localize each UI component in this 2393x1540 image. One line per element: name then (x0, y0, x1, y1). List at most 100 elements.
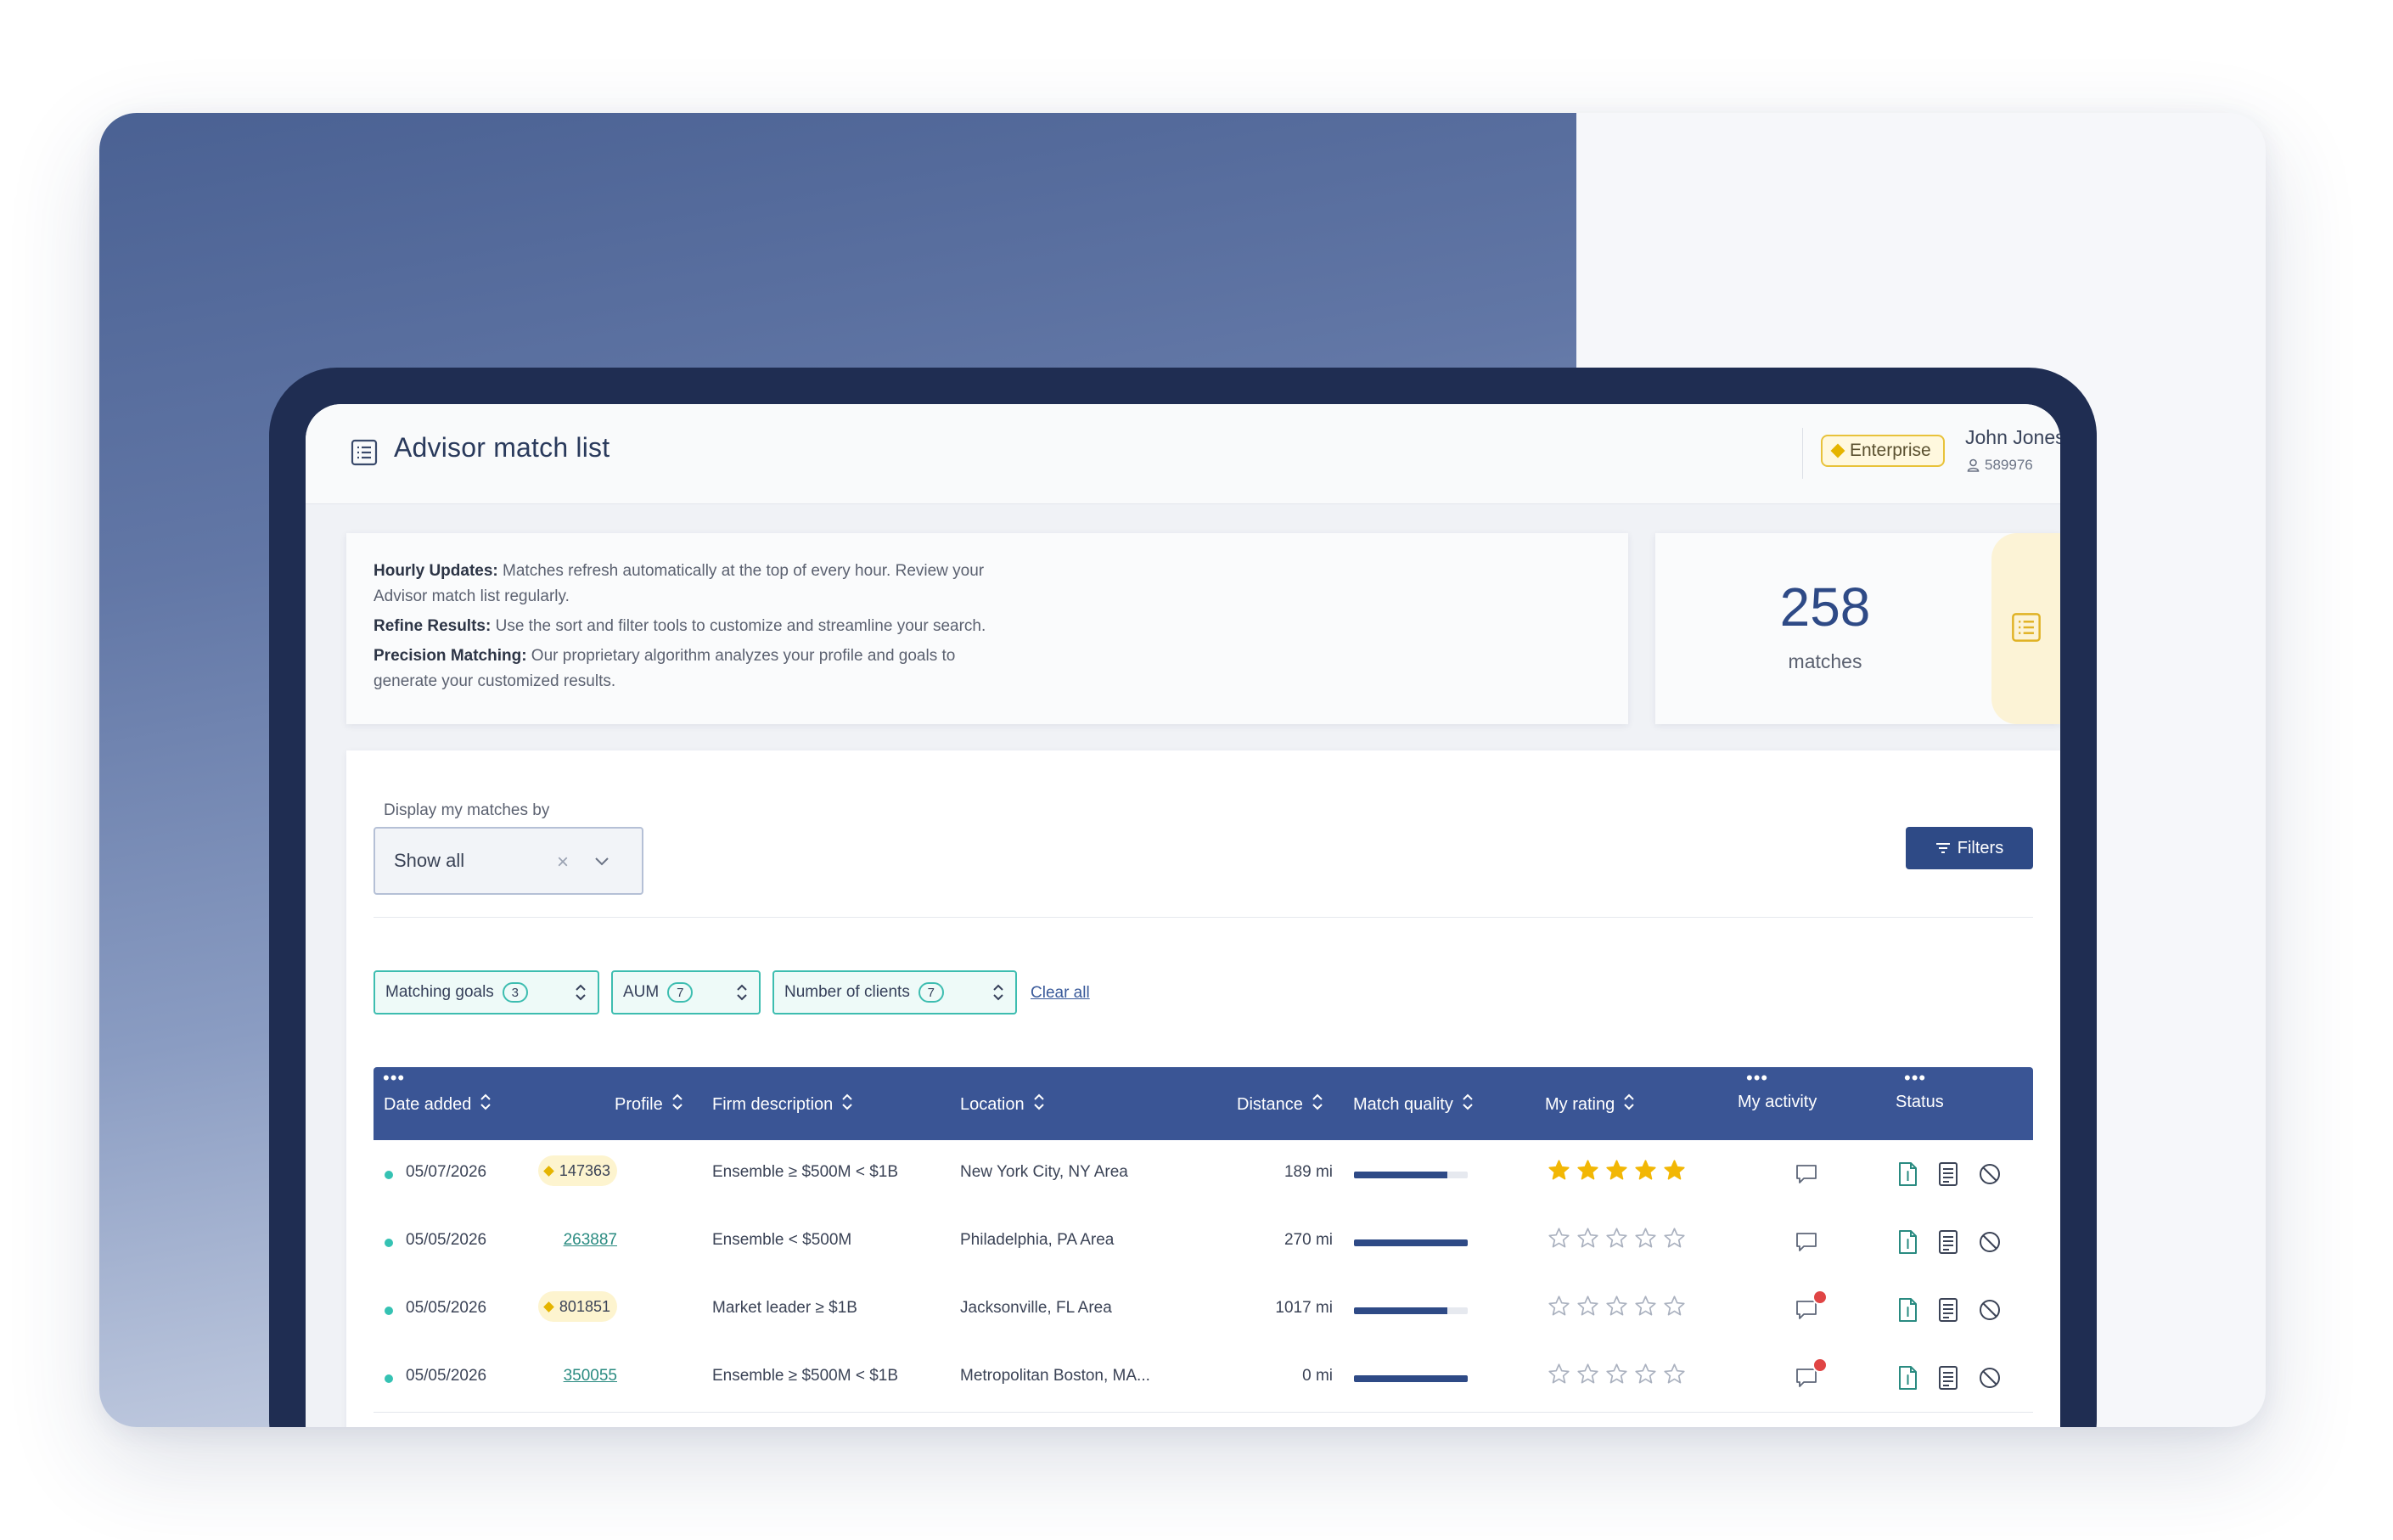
star-outline-icon[interactable] (1548, 1295, 1570, 1318)
sort-updown-icon[interactable] (841, 1093, 853, 1116)
col-label: Location (960, 1094, 1025, 1114)
star-outline-icon[interactable] (1548, 1363, 1570, 1385)
star-filled-icon[interactable] (1663, 1159, 1686, 1182)
rating-stars[interactable] (1548, 1227, 1686, 1250)
clear-icon[interactable]: × (557, 851, 569, 874)
star-outline-icon[interactable] (1605, 1227, 1628, 1250)
filter-chip-matching-goals[interactable]: Matching goals 3 (374, 970, 599, 1014)
col-location[interactable]: Location (960, 1093, 1045, 1116)
new-indicator (385, 1239, 393, 1247)
star-outline-icon[interactable] (1663, 1363, 1686, 1385)
star-outline-icon[interactable] (1605, 1295, 1628, 1318)
column-menu-icon[interactable]: ••• (1746, 1069, 1768, 1088)
info-panel: Hourly Updates: Matches refresh automati… (346, 533, 1628, 724)
block-icon[interactable] (1977, 1364, 2003, 1391)
star-outline-icon[interactable] (1605, 1363, 1628, 1385)
col-label: Date added (384, 1094, 472, 1114)
filter-chip-number-of-clients[interactable]: Number of clients 7 (772, 970, 1017, 1014)
rating-stars[interactable] (1548, 1363, 1686, 1385)
star-outline-icon[interactable] (1576, 1295, 1599, 1318)
star-outline-icon[interactable] (1548, 1227, 1570, 1250)
profile-premium-tag[interactable]: 801851 (537, 1291, 617, 1322)
sort-updown-icon[interactable] (574, 982, 587, 1003)
rating-stars[interactable] (1548, 1159, 1686, 1182)
match-quality-bar (1354, 1172, 1468, 1178)
new-indicator (385, 1171, 393, 1179)
col-distance[interactable]: Distance (1237, 1093, 1323, 1116)
distance: 189 mi (1284, 1163, 1333, 1181)
match-quality-fill (1354, 1239, 1468, 1246)
sort-updown-icon[interactable] (480, 1093, 492, 1116)
col-date-added[interactable]: Date added (384, 1093, 492, 1116)
column-menu-icon[interactable]: ••• (1904, 1069, 1926, 1088)
sort-updown-icon[interactable] (1623, 1093, 1635, 1116)
star-filled-icon[interactable] (1634, 1159, 1657, 1182)
date-added: 05/05/2026 (406, 1231, 487, 1249)
document-icon[interactable] (1895, 1161, 1920, 1188)
rating-stars[interactable] (1548, 1295, 1686, 1318)
star-filled-icon[interactable] (1548, 1159, 1570, 1182)
profile-premium-tag[interactable]: 147363 (537, 1155, 617, 1186)
star-outline-icon[interactable] (1576, 1227, 1599, 1250)
chip-count: 7 (667, 982, 694, 1003)
table-row[interactable]: 05/05/2026 801851 Market leader ≥ $1B Jacks… (374, 1276, 2033, 1345)
document-icon[interactable] (1895, 1364, 1920, 1391)
block-icon[interactable] (1977, 1296, 2003, 1324)
document-icon[interactable] (1895, 1228, 1920, 1256)
profile-link[interactable]: 350055 (564, 1367, 617, 1385)
block-icon[interactable] (1977, 1228, 2003, 1256)
col-firm-description[interactable]: Firm description (712, 1093, 853, 1116)
sort-updown-icon[interactable] (671, 1093, 683, 1116)
filter-chip-aum[interactable]: AUM 7 (611, 970, 761, 1014)
col-profile[interactable]: Profile (615, 1093, 683, 1116)
table-row[interactable]: 05/07/2026 147363 Ensemble ≥ $500M < $1B Ne… (374, 1140, 2033, 1209)
notes-icon[interactable] (1935, 1228, 1961, 1256)
notes-icon[interactable] (1935, 1161, 1961, 1188)
showcase-card: Advisor match list Enterprise John Jones… (99, 113, 2266, 1427)
table-row[interactable]: 05/05/2026 263887 Ensemble < $500M Philadel… (374, 1208, 2033, 1277)
chat-bubble-icon[interactable] (1794, 1161, 1819, 1187)
star-outline-icon[interactable] (1663, 1227, 1686, 1250)
chip-label: AUM (623, 983, 660, 1001)
col-match-quality[interactable]: Match quality (1353, 1093, 1474, 1116)
diamond-icon (1830, 443, 1845, 458)
chat-bubble-icon[interactable] (1794, 1229, 1819, 1255)
block-icon[interactable] (1977, 1161, 2003, 1188)
notes-icon[interactable] (1935, 1296, 1961, 1324)
info-heading: Precision Matching: (374, 647, 527, 665)
filters-button[interactable]: Filters (1906, 827, 2033, 869)
display-select[interactable]: Show all × (374, 827, 643, 895)
location: New York City, NY Area (960, 1163, 1128, 1181)
app-header: Advisor match list Enterprise John Jones… (306, 404, 2060, 504)
document-icon[interactable] (1895, 1296, 1920, 1324)
distance: 270 mi (1284, 1231, 1333, 1249)
sort-updown-icon[interactable] (735, 982, 749, 1003)
table-row[interactable]: 05/05/2026 350055 Ensemble ≥ $500M < $1B Me… (374, 1344, 2033, 1413)
profile-link[interactable]: 263887 (564, 1231, 617, 1250)
chevron-down-icon[interactable] (593, 852, 611, 871)
col-label: Profile (615, 1094, 663, 1114)
firm-description: Ensemble ≥ $500M < $1B (712, 1163, 899, 1181)
column-menu-icon[interactable]: ••• (383, 1069, 405, 1088)
header-divider (1802, 428, 1803, 479)
col-my-rating[interactable]: My rating (1545, 1093, 1635, 1116)
sort-updown-icon[interactable] (1033, 1093, 1045, 1116)
user-name[interactable]: John Jones (1965, 426, 2060, 449)
clear-all-link[interactable]: Clear all (1031, 984, 1090, 1003)
col-label: Distance (1237, 1094, 1303, 1114)
star-outline-icon[interactable] (1634, 1295, 1657, 1318)
star-outline-icon[interactable] (1634, 1227, 1657, 1250)
star-filled-icon[interactable] (1576, 1159, 1599, 1182)
star-outline-icon[interactable] (1634, 1363, 1657, 1385)
sort-updown-icon[interactable] (1462, 1093, 1474, 1116)
star-outline-icon[interactable] (1663, 1295, 1686, 1318)
sort-updown-icon[interactable] (991, 982, 1005, 1003)
divider (374, 917, 2033, 918)
page-title: Advisor match list (394, 432, 610, 463)
info-item-refine: Refine Results: Use the sort and filter … (374, 614, 1019, 639)
star-outline-icon[interactable] (1576, 1363, 1599, 1385)
sort-updown-icon[interactable] (1312, 1093, 1323, 1116)
star-filled-icon[interactable] (1605, 1159, 1628, 1182)
match-count-label: matches (1788, 650, 1862, 672)
notes-icon[interactable] (1935, 1364, 1961, 1391)
